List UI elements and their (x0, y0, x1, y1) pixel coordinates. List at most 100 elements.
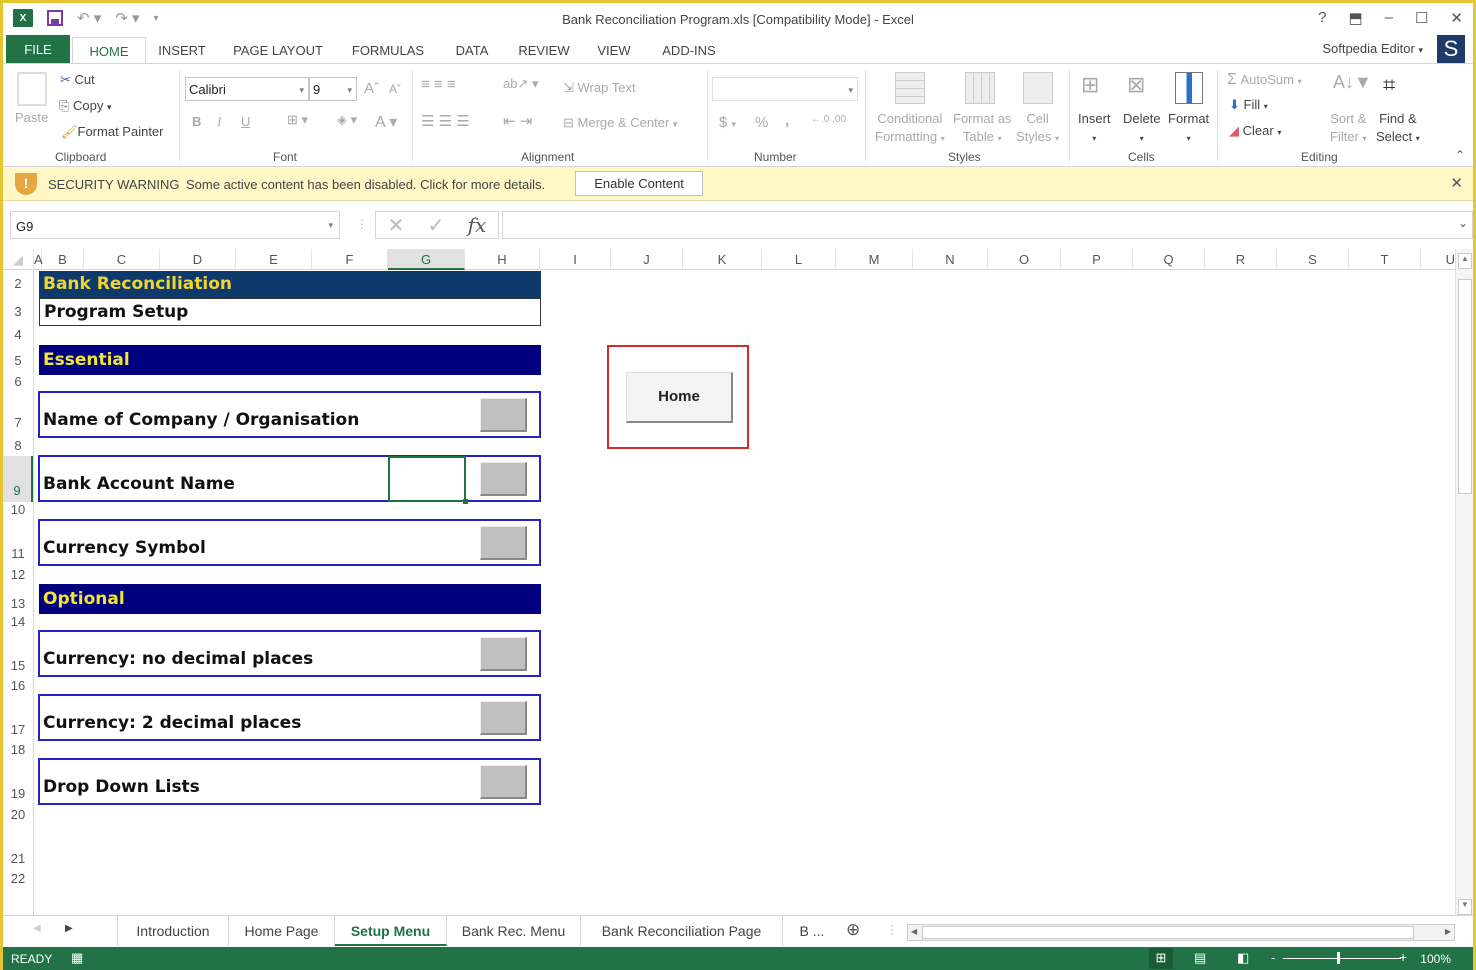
borders-icon[interactable]: ⊞ ▾ (287, 112, 308, 128)
currency-button[interactable]: $ ▾ (719, 114, 736, 131)
italic-button[interactable]: I (217, 114, 221, 130)
security-warning-message[interactable]: Some active content has been disabled. C… (186, 177, 545, 192)
bold-button[interactable]: B (192, 114, 201, 129)
row-header-18[interactable]: 18 (3, 742, 33, 757)
sheet-tab-setup-menu[interactable]: Setup Menu (335, 916, 447, 946)
row-header-21[interactable]: 21 (3, 851, 33, 866)
row-header-6[interactable]: 6 (3, 374, 33, 389)
tab-home[interactable]: HOME (72, 37, 146, 65)
confirm-entry-icon[interactable]: ✓ (428, 213, 445, 238)
tab-file[interactable]: FILE (6, 35, 70, 63)
tab-view[interactable]: VIEW (589, 37, 639, 63)
sheet-tab-bank-reconciliation-page[interactable]: Bank Reconciliation Page (581, 916, 783, 946)
row-header-12[interactable]: 12 (3, 567, 33, 582)
tab-data[interactable]: DATA (445, 37, 499, 63)
row-header-7[interactable]: 7 (3, 415, 33, 430)
security-warning-bar[interactable]: ! SECURITY WARNING Some active content h… (3, 167, 1473, 201)
column-header-i[interactable]: I (540, 249, 611, 270)
row-header-9[interactable]: 9 (3, 456, 33, 502)
tab-formulas[interactable]: FORMULAS (343, 37, 433, 63)
align-top-icon[interactable]: ≡ ≡ ≡ (421, 76, 456, 93)
percent-button[interactable]: % (755, 114, 768, 131)
clear-button[interactable]: ◢ Clear ▾ (1229, 123, 1281, 139)
row-header-17[interactable]: 17 (3, 722, 33, 737)
new-sheet-icon[interactable]: ⊕ (846, 920, 860, 940)
sheet-tab-more[interactable]: B ... (783, 916, 841, 946)
column-header-h[interactable]: H (465, 249, 540, 270)
zoom-out-icon[interactable]: - (1271, 950, 1275, 965)
scroll-up-icon[interactable]: ▲ (1458, 253, 1472, 269)
row-header-8[interactable]: 8 (3, 438, 33, 453)
scroll-right-icon[interactable]: ▶ (1445, 927, 1451, 936)
vertical-scrollbar[interactable]: ▲ ▼ (1455, 249, 1473, 915)
vertical-scroll-thumb[interactable] (1458, 279, 1472, 494)
scroll-left-icon[interactable]: ◀ (911, 927, 917, 936)
column-header-f[interactable]: F (312, 249, 388, 270)
paste-button[interactable]: Paste (15, 110, 48, 125)
row-header-10[interactable]: 10 (3, 502, 33, 517)
column-header-g[interactable]: G (388, 249, 465, 270)
sheet-tab-introduction[interactable]: Introduction (117, 916, 229, 946)
ribbon-display-options-icon[interactable]: ⬒ (1348, 9, 1362, 27)
horizontal-scroll-thumb[interactable] (922, 926, 1414, 939)
comma-button[interactable]: , (785, 112, 789, 129)
row-header-3[interactable]: 3 (3, 304, 33, 319)
go-button[interactable] (480, 462, 527, 496)
normal-view-icon[interactable]: ⊞ (1149, 948, 1173, 969)
tab-splitter[interactable]: ⋮ (886, 923, 898, 937)
underline-button[interactable]: U (241, 114, 250, 129)
row-header-13[interactable]: 13 (3, 596, 33, 611)
font-color-icon[interactable]: A ▾ (375, 112, 397, 132)
format-button[interactable]: Format ▾ (1168, 110, 1209, 148)
column-header-k[interactable]: K (683, 249, 762, 270)
column-header-r[interactable]: R (1205, 249, 1277, 270)
formula-input[interactable]: ⌄ (502, 211, 1473, 239)
tab-review[interactable]: REVIEW (511, 37, 577, 63)
row-header-20[interactable]: 20 (3, 807, 33, 822)
user-account[interactable]: Softpedia Editor ▾ (1322, 41, 1423, 56)
insert-button[interactable]: Insert ▾ (1078, 110, 1111, 148)
row-header-2[interactable]: 2 (3, 276, 33, 291)
worksheet-grid[interactable]: Bank Reconciliation Program Setup Essent… (34, 270, 1455, 915)
column-header-o[interactable]: O (988, 249, 1061, 270)
zoom-slider[interactable] (1283, 952, 1401, 964)
column-header-e[interactable]: E (236, 249, 312, 270)
sort-filter-button[interactable]: Sort & Filter ▾ (1330, 110, 1367, 148)
find-select-button[interactable]: Find & Select ▾ (1376, 110, 1420, 148)
go-button[interactable] (480, 765, 527, 799)
tab-insert[interactable]: INSERT (149, 37, 215, 63)
column-header-c[interactable]: C (84, 249, 160, 270)
align-left-icon[interactable]: ☰ ☰ ☰ (421, 112, 470, 130)
column-header-d[interactable]: D (160, 249, 236, 270)
row-header-19[interactable]: 19 (3, 786, 33, 801)
column-header-l[interactable]: L (762, 249, 836, 270)
close-warning-icon[interactable]: ✕ (1450, 174, 1463, 192)
row-header-11[interactable]: 11 (3, 546, 33, 561)
next-sheet-icon[interactable]: ▶ (65, 923, 73, 934)
format-as-table-button[interactable]: Format as Table ▾ (953, 110, 1012, 148)
close-icon[interactable]: ✕ (1450, 9, 1463, 27)
column-header-t[interactable]: T (1349, 249, 1421, 270)
column-header-n[interactable]: N (913, 249, 988, 270)
copy-button[interactable]: ⎘ Copy ▾ (59, 98, 112, 114)
fill-color-icon[interactable]: ◈ ▾ (337, 112, 357, 128)
scroll-down-icon[interactable]: ▼ (1458, 899, 1472, 915)
minimize-icon[interactable]: – (1385, 9, 1393, 27)
insert-function-icon[interactable]: fx (468, 213, 487, 237)
sheet-tab-bank-rec-menu[interactable]: Bank Rec. Menu (447, 916, 581, 946)
row-header-14[interactable]: 14 (3, 614, 33, 629)
zoom-slider-knob[interactable] (1337, 952, 1340, 964)
number-format-select[interactable]: ▾ (712, 77, 858, 101)
row-header-4[interactable]: 4 (3, 327, 33, 342)
indent-icon[interactable]: ⇤ ⇥ (503, 112, 532, 130)
column-header-m[interactable]: M (836, 249, 913, 270)
horizontal-scrollbar[interactable]: ◀ ▶ (907, 924, 1455, 941)
macro-recording-icon[interactable]: ▦ (71, 950, 83, 966)
go-button[interactable] (480, 701, 527, 735)
increase-decimal-icon[interactable]: ←.0 .00 (811, 114, 846, 125)
page-layout-view-icon[interactable]: ▤ (1194, 950, 1206, 966)
font-size-select[interactable]: 9 ▾ (309, 77, 357, 101)
cut-button[interactable]: ✂ Cut (60, 72, 95, 88)
enable-content-button[interactable]: Enable Content (575, 171, 703, 196)
go-button[interactable] (480, 637, 527, 671)
